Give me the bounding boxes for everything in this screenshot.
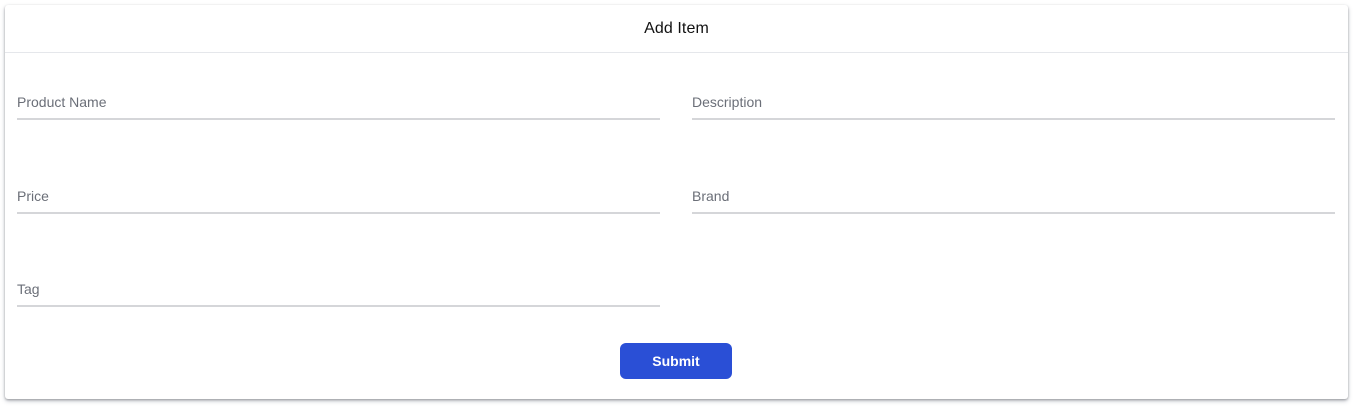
card-header: Add Item xyxy=(5,5,1348,53)
price-input[interactable] xyxy=(17,184,660,214)
product-name-field: Product Name xyxy=(17,56,660,120)
description-input[interactable] xyxy=(692,90,1335,120)
brand-field: Brand xyxy=(692,150,1335,214)
submit-button[interactable]: Submit xyxy=(620,343,732,379)
product-name-input[interactable] xyxy=(17,90,660,120)
brand-input[interactable] xyxy=(692,184,1335,214)
tag-field: Tag xyxy=(17,243,660,307)
description-field: Description xyxy=(692,56,1335,120)
tag-input[interactable] xyxy=(17,277,660,307)
page-title: Add Item xyxy=(644,19,709,37)
add-item-card: Add Item Product Name Description Price … xyxy=(5,5,1348,399)
price-field: Price xyxy=(17,150,660,214)
